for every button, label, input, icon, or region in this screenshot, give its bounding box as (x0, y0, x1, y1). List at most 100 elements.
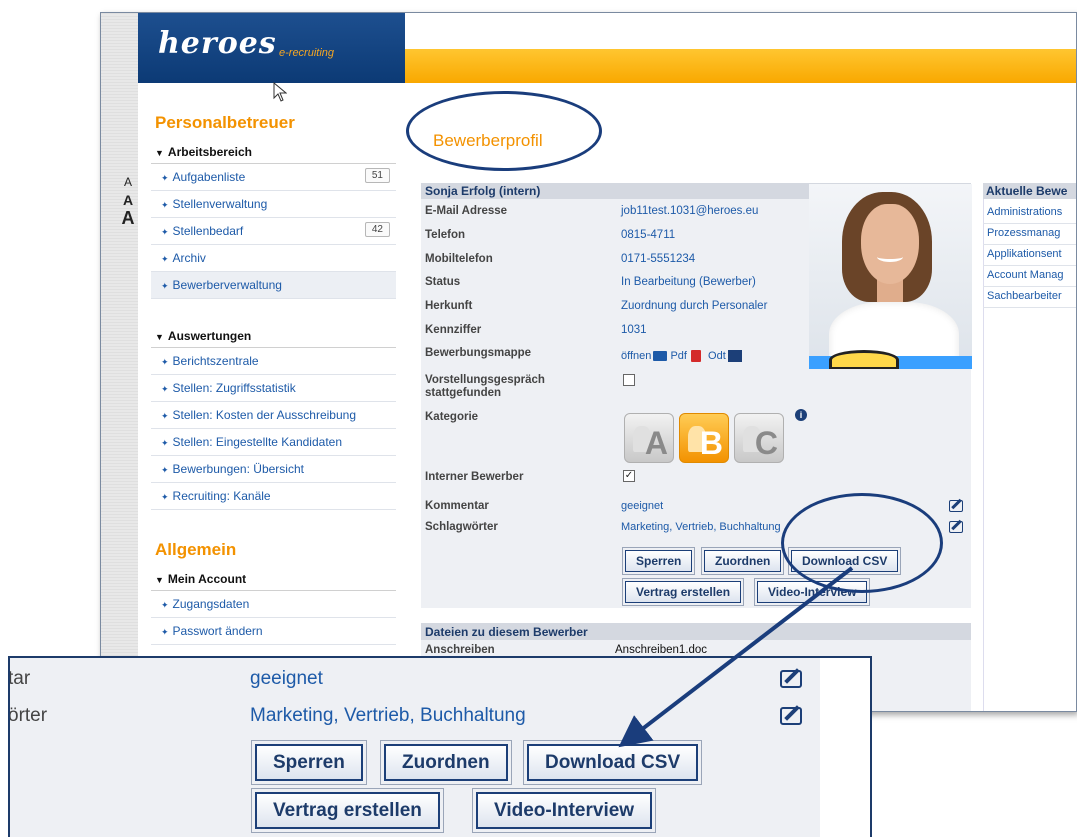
zoom-video-interview-button[interactable]: Video-Interview (476, 792, 653, 829)
edit-schlag-icon[interactable] (949, 521, 963, 533)
sidebar-item-label: Stellenverwaltung (172, 197, 268, 211)
kategorie-c-letter: C (754, 425, 778, 461)
font-size-large[interactable]: A (115, 209, 141, 227)
zoom-kommentar-value: geeignet (250, 668, 323, 689)
zuordnen-button[interactable]: Zuordnen (704, 550, 782, 572)
folder-icon[interactable] (653, 351, 668, 362)
kommentar-value: geeignet (621, 500, 664, 512)
files-header: Dateien zu diesem Bewerber (421, 623, 971, 640)
font-size-medium[interactable]: A (115, 191, 141, 209)
schlag-label: Schlagwörter (425, 521, 498, 533)
sperren-button[interactable]: Sperren (625, 550, 693, 572)
files-value[interactable]: Anschreiben1.doc (615, 644, 707, 656)
right-item[interactable]: Sachbearbeiter (987, 290, 1062, 302)
status-label: Status (425, 276, 461, 288)
zoom-edit-icon[interactable] (780, 670, 802, 688)
right-panel-header: Aktuelle Bewe (983, 183, 1076, 199)
intern-checkbox[interactable]: ✓ (623, 470, 635, 482)
triangle-down-icon: ▼ (155, 148, 164, 158)
interview-checkbox[interactable] (623, 374, 635, 386)
plus-icon: ✦ (161, 384, 169, 394)
interview-label-2: stattgefunden (425, 387, 502, 399)
zoom-schlag-value: Marketing, Vertrieb, Buchhaltung (250, 705, 526, 726)
sidebar-item-zugriffsstatistik[interactable]: ✦ Stellen: Zugriffsstatistik (151, 375, 396, 402)
zoom-zuordnen-button[interactable]: Zuordnen (384, 744, 508, 781)
vertrag-button[interactable]: Vertrag erstellen (625, 581, 742, 603)
kategorie-a-tile[interactable]: A (624, 413, 674, 463)
kategorie-a-letter: A (644, 425, 668, 461)
header-orange-bar (405, 49, 1076, 83)
sidebar-item-bewerberverwaltung[interactable]: ✦ Bewerberverwaltung (151, 272, 396, 299)
font-size-small[interactable]: A (115, 173, 141, 191)
odt-icon[interactable] (727, 350, 742, 363)
zoom-edit-icon[interactable] (780, 707, 802, 725)
interview-label: Vorstellungsgespräch (425, 374, 545, 386)
sidebar-item-berichtszentrale[interactable]: ✦ Berichtszentrale (151, 348, 396, 375)
sidebar-item-label: Archiv (172, 251, 206, 265)
intern-label: Interner Bewerber (425, 471, 524, 483)
sidebar-item-passwort[interactable]: ✦ Passwort ändern (151, 618, 396, 645)
right-item[interactable]: Applikationsent (987, 248, 1062, 260)
kategorie-label: Kategorie (425, 411, 479, 423)
pdf-icon[interactable] (690, 350, 701, 363)
zoom-sperren-button[interactable]: Sperren (255, 744, 363, 781)
sidebar-item-stellenverwaltung[interactable]: ✦ Stellenverwaltung (151, 191, 396, 218)
candidate-photo (809, 184, 972, 369)
triangle-down-icon: ▼ (155, 332, 164, 342)
kategorie-c-tile[interactable]: C (734, 413, 784, 463)
sidebar-item-label: Bewerberverwaltung (172, 278, 282, 292)
status-value: In Bearbeitung (Bewerber) (621, 276, 756, 288)
sidebar-item-label: Berichtszentrale (172, 354, 259, 368)
sidebar-group-mein-account[interactable]: ▼ Mein Account (151, 568, 396, 591)
plus-icon: ✦ (161, 173, 169, 183)
triangle-down-icon: ▼ (155, 575, 164, 585)
plus-icon: ✦ (161, 281, 169, 291)
mobile-label: Mobiltelefon (425, 253, 493, 265)
sidebar-group-label: Arbeitsbereich (167, 145, 252, 159)
info-icon[interactable]: i (795, 409, 807, 421)
sidebar-item-archiv[interactable]: ✦ Archiv (151, 245, 396, 272)
page-title: Bewerberprofil (433, 131, 543, 150)
mappe-label: Bewerbungsmappe (425, 347, 532, 359)
sidebar-group-label: Auswertungen (167, 329, 252, 343)
logo-area[interactable]: heroes e-recruiting (138, 13, 405, 83)
sidebar-group-arbeitsbereich[interactable]: ▼ Arbeitsbereich (151, 141, 396, 164)
sidebar-item-label: Recruiting: Kanäle (172, 489, 271, 503)
sidebar-item-kosten[interactable]: ✦ Stellen: Kosten der Ausschreibung (151, 402, 396, 429)
plus-icon: ✦ (161, 627, 169, 637)
font-size-switcher: A A A (115, 173, 141, 227)
mappe-open-link[interactable]: öffnen (621, 350, 651, 362)
sidebar-item-stellenbedarf[interactable]: ✦ Stellenbedarf 42 (151, 218, 396, 245)
mappe-odt-link[interactable]: Odt (708, 350, 726, 362)
kennziffer-label: Kennziffer (425, 324, 482, 336)
plus-icon: ✦ (161, 438, 169, 448)
sidebar-item-label: Bewerbungen: Übersicht (172, 462, 304, 476)
kategorie-b-letter: B (699, 425, 723, 461)
right-item[interactable]: Administrations (987, 206, 1062, 218)
logo-subtitle: e-recruiting (279, 47, 335, 59)
zoom-download-csv-button[interactable]: Download CSV (527, 744, 699, 781)
zoom-schlag-label: örter (8, 705, 48, 726)
email-value[interactable]: job11test.1031@heroes.eu (621, 205, 758, 217)
sidebar-item-label: Stellenbedarf (172, 224, 244, 238)
sidebar-item-kanaele[interactable]: ✦ Recruiting: Kanäle (151, 483, 396, 510)
right-item[interactable]: Account Manag (987, 269, 1063, 281)
zoom-vertrag-button[interactable]: Vertrag erstellen (255, 792, 440, 829)
sidebar-section-personalbetreuer: Personalbetreuer (155, 113, 295, 132)
sidebar-group-label: Mein Account (167, 572, 247, 586)
files-label: Anschreiben (425, 644, 495, 656)
kategorie-b-tile[interactable]: B (679, 413, 729, 463)
sidebar-group-auswertungen[interactable]: ▼ Auswertungen (151, 325, 396, 348)
herkunft-value: Zuordnung durch Personaler (621, 300, 768, 312)
sidebar-item-kandidaten[interactable]: ✦ Stellen: Eingestellte Kandidaten (151, 429, 396, 456)
plus-icon: ✦ (161, 492, 169, 502)
zoom-kommentar-label: tar (8, 668, 31, 689)
edit-kommentar-icon[interactable] (949, 500, 963, 512)
right-item[interactable]: Prozessmanag (987, 227, 1060, 239)
sidebar-item-zugangsdaten[interactable]: ✦ Zugangsdaten (151, 591, 396, 618)
sidebar-item-uebersicht[interactable]: ✦ Bewerbungen: Übersicht (151, 456, 396, 483)
schlag-value: Marketing, Vertrieb, Buchhaltung (621, 521, 781, 533)
zoom-callout: tar geeignet örter Marketing, Vertrieb, … (8, 656, 872, 837)
mappe-pdf-link[interactable]: Pdf (670, 350, 687, 362)
sidebar-item-aufgabenliste[interactable]: ✦ Aufgabenliste 51 (151, 164, 396, 191)
